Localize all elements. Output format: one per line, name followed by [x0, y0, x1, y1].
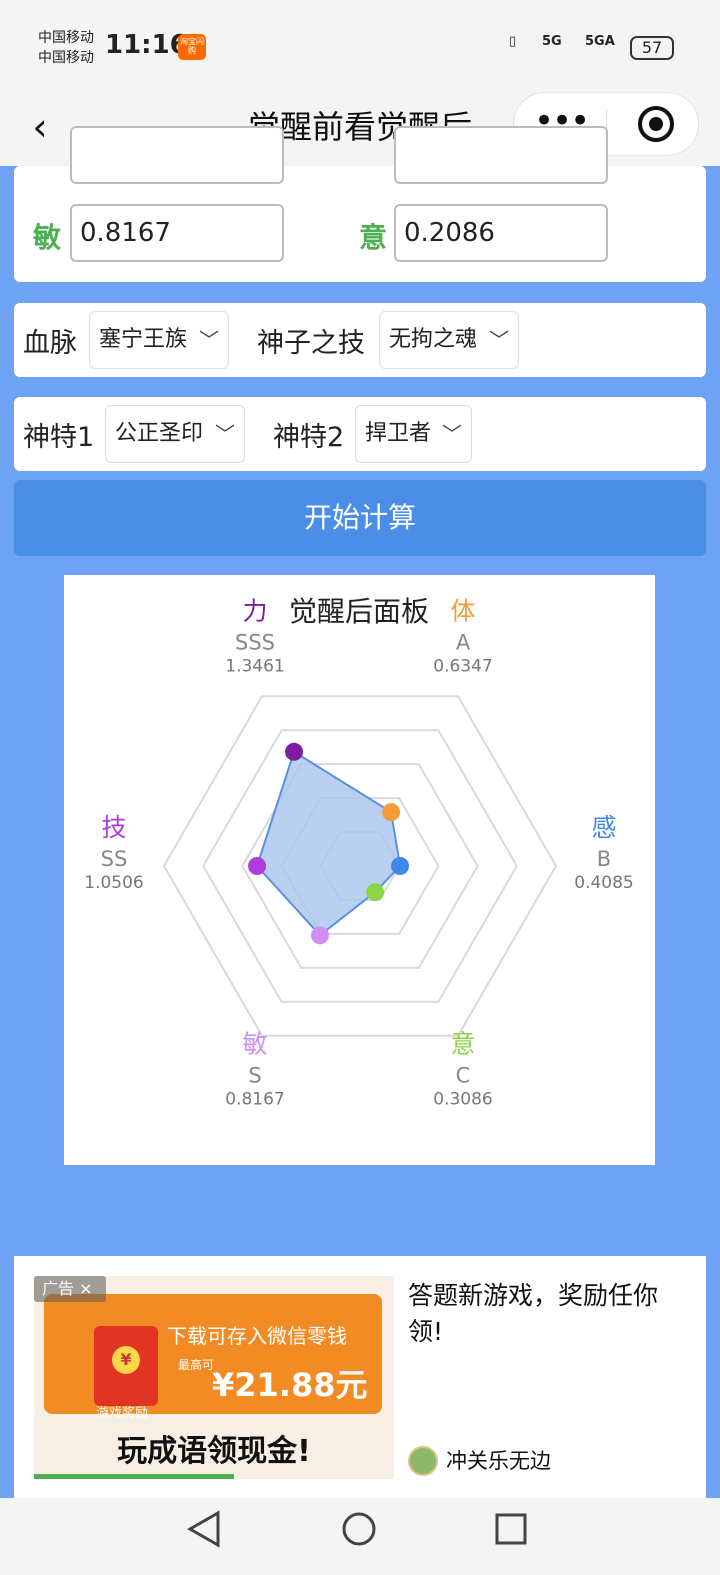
trait2-label: 神特2	[273, 422, 345, 453]
will-label: 意	[359, 221, 388, 254]
bloodline-card: 血脉 塞宁王族 ﹀ 神子之技 无拘之魂 ﹀	[14, 303, 706, 377]
chevron-down-icon: ﹀	[442, 422, 462, 446]
carrier-labels: 中国移动 中国移动	[38, 28, 94, 68]
radar-axis-value: 1.3461	[225, 656, 284, 676]
radar-chart: 觉醒后面板 力SSS1.3461体A0.6347感B0.4085意C0.3086…	[84, 595, 633, 1110]
agility-input[interactable]: 0.8167	[70, 204, 284, 262]
ad-headline[interactable]: 答题新游戏，奖励任你领!	[408, 1278, 693, 1350]
radar-axis-value: 0.6347	[433, 656, 492, 676]
advertisement-card[interactable]: 广告 × ¥ 下载可存入微信零钱 最高可 ¥21.88元 游戏奖励 玩成语领现金…	[14, 1256, 706, 1501]
radar-axis-name: 感	[591, 813, 616, 842]
agility-label: 敏	[33, 221, 62, 254]
radar-area	[255, 750, 402, 937]
ad-tag[interactable]: 广告 ×	[34, 1276, 106, 1302]
home-circle-icon[interactable]	[342, 1512, 376, 1546]
carrier-2: 中国移动	[38, 50, 94, 66]
vibrate-icon: ▯	[509, 34, 517, 49]
will-input[interactable]: 0.2086	[394, 204, 608, 262]
coin-icon: ¥	[112, 1346, 140, 1374]
trait1-label: 神特1	[23, 422, 95, 453]
radar-axis-name: 技	[101, 813, 126, 842]
app-notification-icon: 淘宝闪购	[178, 34, 206, 60]
bloodline-value: 塞宁王族	[99, 327, 188, 352]
radar-axis-name: 意	[450, 1030, 475, 1059]
ad-tag-label: 广告	[42, 1279, 75, 1298]
radar-axis-value: 0.8167	[225, 1090, 284, 1110]
clock: 11:16	[105, 30, 188, 60]
back-triangle-icon[interactable]	[186, 1510, 220, 1548]
stats-card: 敏 0.8167 意 0.2086	[14, 126, 706, 282]
ad-brand[interactable]: 冲关乐无边	[446, 1446, 551, 1476]
bloodline-label: 血脉	[23, 328, 77, 359]
chart-title: 觉醒后面板	[289, 595, 429, 628]
status-bar: 中国移动 中国移动 11:16 淘宝闪购 ▯ 5G 5GA 57	[0, 0, 720, 90]
chevron-left-icon[interactable]: ‹	[22, 104, 58, 150]
start-calculation-button[interactable]: 开始计算	[14, 480, 706, 556]
chevron-down-icon: ﹀	[215, 422, 235, 446]
bloodline-select[interactable]: 塞宁王族 ﹀	[89, 311, 229, 369]
radar-axis-grade: B	[597, 847, 611, 871]
radar-axis-name: 敏	[242, 1030, 267, 1059]
close-x-icon[interactable]: ×	[79, 1279, 92, 1298]
signal-5g: 5G	[542, 34, 562, 49]
radar-point-0	[285, 742, 304, 761]
traits-card: 神特1 公正圣印 ﹀ 神特2 捍卫者 ﹀	[14, 397, 706, 471]
radar-point-2	[391, 857, 410, 875]
ad-slogan: 玩成语领现金!	[117, 1434, 311, 1469]
divine-skill-label: 神子之技	[257, 328, 365, 359]
trait1-value: 公正圣印	[115, 421, 204, 446]
radar-point-1	[382, 803, 401, 822]
radar-axis-grade: C	[456, 1064, 471, 1088]
trait2-select[interactable]: 捍卫者 ﹀	[355, 405, 472, 463]
radar-axis-value: 1.0506	[84, 873, 143, 893]
hidden-stat-input-left[interactable]	[70, 126, 284, 184]
radar-axis-name: 体	[450, 596, 475, 625]
trait2-value: 捍卫者	[365, 421, 432, 446]
radar-axis-value: 0.4085	[574, 873, 633, 893]
ad-banner-amount: ¥21.88元	[212, 1366, 368, 1404]
recents-square-icon[interactable]	[495, 1513, 527, 1545]
radar-axis-grade: SSS	[235, 630, 275, 654]
ad-image[interactable]: ¥ 下载可存入微信零钱 最高可 ¥21.88元 游戏奖励 玩成语领现金!	[34, 1276, 394, 1479]
ad-banner: ¥ 下载可存入微信零钱 最高可 ¥21.88元 游戏奖励	[44, 1294, 382, 1421]
ad-progress	[34, 1474, 234, 1479]
divine-skill-value: 无拘之魂	[389, 327, 478, 352]
ad-banner-line1: 下载可存入微信零钱	[167, 1324, 347, 1348]
record-target-icon[interactable]	[638, 106, 674, 142]
radar-point-4	[310, 926, 329, 945]
radar-axis-grade: S	[248, 1064, 261, 1088]
hidden-stat-input-right[interactable]	[394, 126, 608, 184]
trait1-select[interactable]: 公正圣印 ﹀	[105, 405, 245, 463]
signal-5ga: 5GA	[585, 34, 615, 49]
radar-point-5	[248, 857, 267, 875]
ad-banner-badge: 游戏奖励	[96, 1406, 149, 1421]
chevron-down-icon: ﹀	[199, 328, 219, 352]
radar-point-3	[366, 883, 385, 902]
system-nav-bar	[0, 1498, 720, 1575]
divine-skill-select[interactable]: 无拘之魂 ﹀	[379, 311, 519, 369]
radar-axis-grade: SS	[101, 847, 128, 871]
chevron-down-icon: ﹀	[489, 328, 509, 352]
ad-banner-max: 最高可	[178, 1358, 215, 1372]
radar-axis-value: 0.3086	[433, 1090, 492, 1110]
brand-logo-icon	[408, 1446, 438, 1476]
radar-axis-grade: A	[456, 630, 471, 654]
battery-icon: 57	[630, 36, 674, 60]
radar-axis-name: 力	[242, 596, 267, 625]
radar-chart-panel: 觉醒后面板 力 SSS 1.3461 体 A 0.6347 感 B 0.4085 意 C 0.3086…	[64, 575, 655, 1165]
carrier-1: 中国移动	[38, 30, 94, 46]
